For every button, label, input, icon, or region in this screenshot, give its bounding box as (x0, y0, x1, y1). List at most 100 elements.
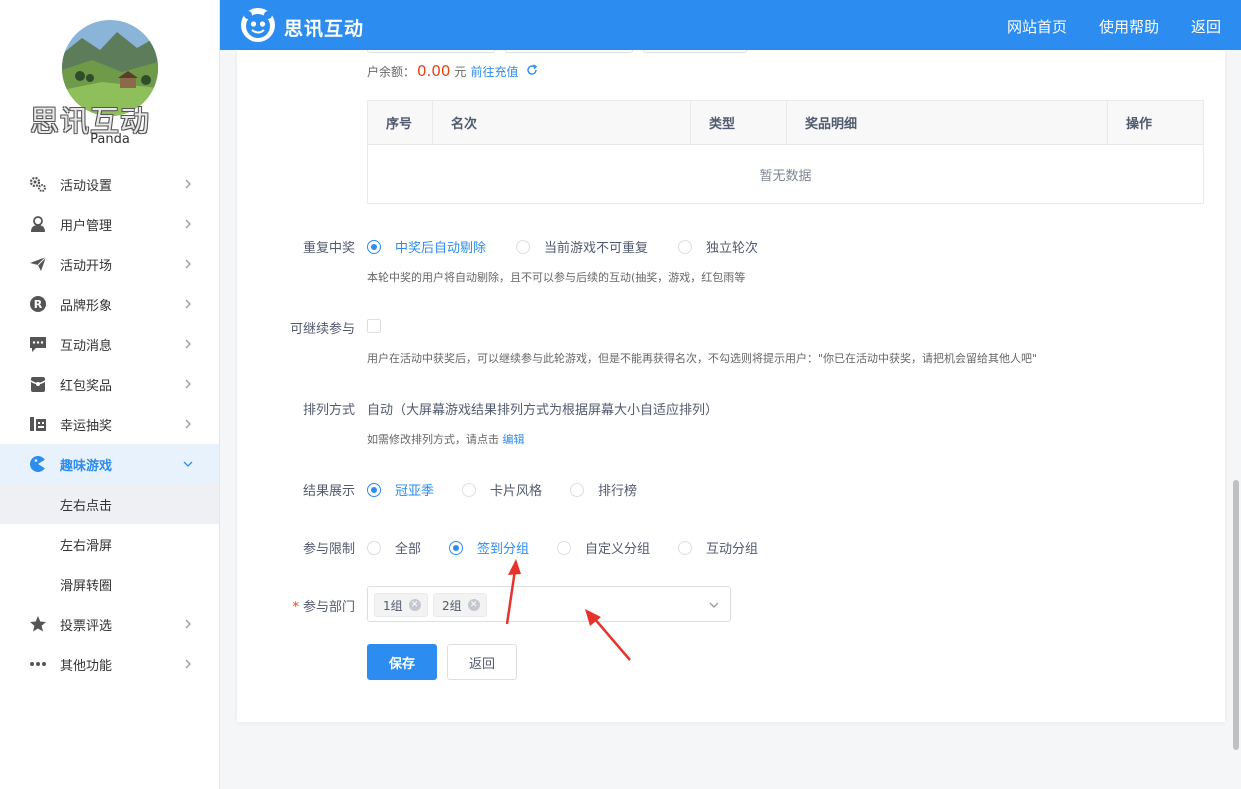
balance-line: 户余额： 0.00 元 前往充值 (367, 62, 538, 80)
chevron-right-icon (185, 419, 191, 429)
sidebar-item-fun-games[interactable]: 趣味游戏 (0, 444, 219, 484)
radio-custom-group[interactable]: 自定义分组 (557, 538, 650, 557)
radio-dot (462, 482, 477, 497)
repeat-label: 重复中奖 (302, 241, 355, 256)
radio-dot (367, 540, 381, 555)
chevron-right-icon (185, 259, 191, 269)
department-select[interactable]: 1组 ✕ 2组 ✕ (367, 586, 731, 622)
radio-no-repeat[interactable]: 当前游戏不可重复 (516, 237, 648, 256)
radio-label: 互动分组 (706, 542, 759, 557)
chevron-down-icon (709, 602, 719, 608)
nav-home-link[interactable]: 网站首页 (1007, 16, 1067, 37)
result-radio-group: 冠亚季 卡片风格 排行榜 (367, 480, 665, 499)
chevron-right-icon (185, 619, 191, 629)
empty-text: 暂无数据 (759, 168, 812, 184)
chevron-down-icon (183, 461, 193, 467)
radio-label: 中奖后自动剔除 (395, 241, 487, 256)
radio-all[interactable]: 全部 (367, 538, 421, 557)
sidebar-item-brand-image[interactable]: R 品牌形象 (0, 284, 219, 324)
sidebar-item-lucky-draw[interactable]: 幸运抽奖 (0, 404, 219, 444)
sidebar-item-user-management[interactable]: 用户管理 (0, 204, 219, 244)
recharge-link[interactable]: 前往充值 (470, 63, 518, 80)
department-label-text: 参与部门 (302, 600, 355, 615)
back-button[interactable]: 返回 (447, 644, 517, 680)
sidebar-item-other-functions[interactable]: 其他功能 (0, 644, 219, 684)
balance-unit: 元 (454, 65, 467, 79)
radio-dot (678, 540, 693, 555)
radio-label: 排行榜 (598, 484, 638, 499)
radio-dot (557, 540, 572, 555)
tag-group-2: 2组 ✕ (433, 593, 487, 617)
sidebar-item-label: 幸运抽奖 (60, 418, 113, 434)
sidebar-item-activity-opening[interactable]: 活动开场 (0, 244, 219, 284)
sidebar-item-label: 投票评选 (60, 618, 113, 634)
submenu-item-left-right-click[interactable]: 左右点击 (0, 484, 219, 524)
sidebar-item-label: 红包奖品 (60, 378, 113, 394)
repeat-hint: 本轮中奖的用户将自动剔除，且不可以参与后续的互动(抽奖，游戏，红包雨等 (367, 271, 746, 284)
radio-interactive-group[interactable]: 互动分组 (678, 538, 758, 557)
required-mark: * (292, 600, 299, 615)
col-type: 类型 (690, 100, 787, 145)
game-icon (28, 454, 48, 474)
sidebar-item-interactive-messages[interactable]: 互动消息 (0, 324, 219, 364)
radio-label: 自定义分组 (585, 542, 651, 557)
chevron-right-icon (185, 659, 191, 669)
save-button[interactable]: 保存 (367, 644, 437, 680)
sort-hint: 如需修改排列方式，请点击 编辑 (367, 431, 525, 447)
balance-prefix: 户余额： (367, 65, 416, 79)
tag-close-icon[interactable]: ✕ (408, 599, 421, 611)
sidebar-item-red-packet-prizes[interactable]: 红包奖品 (0, 364, 219, 404)
result-label: 结果展示 (302, 484, 355, 499)
continue-hint: 用户在活动中获奖后，可以继续参与此轮游戏，但是不能再获得名次，不勾选则将提示用户… (367, 352, 1038, 365)
limit-radio-group: 全部 签到分组 自定义分组 互动分组 (367, 538, 786, 557)
tag-group-1: 1组 ✕ (374, 593, 428, 617)
lottery-icon (28, 414, 48, 434)
sidebar-item-label: 活动设置 (60, 178, 113, 194)
col-rank: 名次 (432, 100, 691, 145)
app-title: 思讯互动 (284, 18, 365, 40)
sort-value: 自动（大屏幕游戏结果排列方式为根据屏幕大小自适应排列） (367, 403, 719, 418)
svg-text:R: R (34, 298, 43, 311)
radio-label: 当前游戏不可重复 (544, 241, 649, 256)
chevron-right-icon (185, 379, 191, 389)
radio-auto-remove[interactable]: 中奖后自动剔除 (367, 237, 486, 256)
radio-dot (570, 482, 585, 497)
radio-podium[interactable]: 冠亚季 (367, 480, 434, 499)
sidebar-item-voting[interactable]: 投票评选 (0, 604, 219, 644)
chevron-right-icon (185, 339, 191, 349)
registered-icon: R (28, 294, 48, 314)
nav-help-link[interactable]: 使用帮助 (1099, 16, 1159, 37)
chevron-right-icon (185, 299, 191, 309)
radio-leaderboard[interactable]: 排行榜 (570, 480, 637, 499)
repeat-radio-group: 中奖后自动剔除 当前游戏不可重复 独立轮次 (367, 237, 786, 256)
radio-label: 签到分组 (477, 542, 530, 557)
sidebar-item-activity-settings[interactable]: 活动设置 (0, 164, 219, 204)
radio-label: 全部 (395, 542, 422, 557)
user-icon (28, 214, 48, 234)
radio-checkin-group[interactable]: 签到分组 (449, 538, 529, 557)
chevron-right-icon (185, 179, 191, 189)
balance-amount: 0.00 (417, 62, 451, 80)
sidebar-item-label: 其他功能 (60, 658, 113, 674)
scrollbar[interactable] (1233, 480, 1239, 750)
radio-independent[interactable]: 独立轮次 (678, 237, 758, 256)
submenu-item-left-right-swipe[interactable]: 左右滑屏 (0, 524, 219, 564)
continue-label: 可继续参与 (289, 322, 355, 337)
top-nav: 网站首页 使用帮助 返回 (1007, 16, 1221, 37)
gears-icon (28, 174, 48, 194)
nav-back-link[interactable]: 返回 (1191, 16, 1221, 37)
username: Panda (90, 132, 130, 147)
col-prize-detail: 奖品明细 (786, 100, 1108, 145)
partial-input[interactable] (367, 50, 495, 53)
submenu-item-swipe-circle[interactable]: 滑屏转圈 (0, 564, 219, 604)
continue-checkbox[interactable] (367, 319, 381, 333)
radio-label: 冠亚季 (395, 484, 435, 499)
tag-close-icon[interactable]: ✕ (467, 599, 480, 611)
partial-input[interactable] (505, 50, 633, 53)
partial-input[interactable] (643, 50, 747, 53)
radio-dot (449, 540, 464, 555)
sort-edit-link[interactable]: 编辑 (503, 433, 525, 446)
radio-card-style[interactable]: 卡片风格 (462, 480, 542, 499)
radio-dot (367, 482, 381, 497)
refresh-icon[interactable] (526, 64, 538, 80)
